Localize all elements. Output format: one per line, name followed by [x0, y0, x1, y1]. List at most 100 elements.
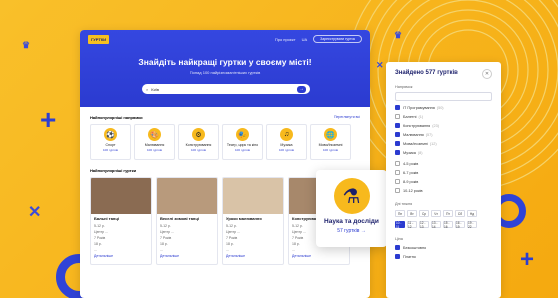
radio[interactable] [395, 170, 400, 175]
club-card[interactable]: Бальні танці 5-12 р. Центр ... 7 Років 18 р.… [90, 177, 152, 265]
x-decoration-1: ✕ [28, 204, 42, 221]
club-card[interactable]: Веселі зимові танці 5-12 р. Центр ... 7 Рок… [156, 177, 218, 265]
price-label: Безкоштовно [403, 245, 427, 250]
club-photo [223, 178, 283, 214]
checkbox[interactable] [395, 254, 400, 259]
day-chip[interactable]: Пн [395, 210, 405, 217]
x-decoration-2: ✕ [376, 60, 384, 70]
option-label: Мова/іноземні [403, 141, 428, 146]
price-option[interactable]: Безкоштовно [395, 245, 492, 250]
filter-option[interactable]: Конструювання (23) [395, 123, 492, 128]
club-title: Веселі зимові танці [160, 216, 199, 221]
day-chip[interactable]: Сб [455, 210, 465, 217]
times-row: 10 - 11 11 - 12 12 - 13 13 - 14 15 - 16 16 - … [395, 221, 492, 229]
category-card[interactable]: ⚽ Спорт 100 гуртків [90, 124, 131, 160]
filter-option[interactable]: Малювання (57) [395, 132, 492, 137]
category-card[interactable]: 🎨 Малювання 100 гуртків [134, 124, 175, 160]
register-club-button[interactable]: Зареєструвати гурток [313, 35, 362, 43]
language-switch[interactable]: UA [302, 37, 308, 42]
checkbox[interactable] [395, 150, 400, 155]
logo[interactable]: ГУРТКИ [88, 34, 110, 44]
time-chip[interactable]: 16 - 19 [455, 221, 465, 229]
app-window: ГУРТКИ Про проєкт UA Зареєструвати гурто… [80, 30, 370, 298]
category-popup[interactable]: ⚗ Наука та досліди 57 гуртків → [316, 170, 387, 247]
see-all-link[interactable]: Переглянути всі [334, 115, 360, 120]
day-chip[interactable]: Ср [419, 210, 429, 217]
time-chip[interactable]: 10 - 11 [395, 221, 405, 229]
days-label: Дні тижня [395, 202, 413, 206]
hero-banner: ГУРТКИ Про проєкт UA Зареєструвати гурто… [80, 30, 370, 107]
category-count[interactable]: 100 гуртків [91, 148, 130, 152]
checkbox[interactable] [395, 123, 400, 128]
category-name: Спорт [105, 143, 116, 147]
club-photo [91, 178, 151, 214]
category-card[interactable]: ⚙ Конструювання 100 гуртків [178, 124, 219, 160]
price-label: Ціна [395, 237, 403, 241]
filter-option[interactable]: IT Програмування (50) [395, 105, 492, 110]
option-count: (1) [418, 114, 424, 119]
day-chip[interactable]: Чт [431, 210, 441, 217]
more-link[interactable]: Детальніше [157, 253, 217, 259]
category-card[interactable]: 🎭 Театр, цирк та кіно 100 гуртків [222, 124, 263, 160]
category-name: Конструювання [185, 143, 212, 147]
direction-field[interactable] [395, 92, 492, 101]
categories-list: ⚽ Спорт 100 гуртків 🎨 Малювання 100 гуртків ⚙ К… [80, 120, 370, 160]
popup-count[interactable]: 57 гуртків → [316, 228, 387, 234]
about-link[interactable]: Про проєкт [275, 37, 296, 42]
age-options: 4-5 років 6-7 років 8-9 років 10-12 років [395, 161, 492, 193]
age-option[interactable]: 8-9 років [395, 179, 492, 184]
category-count[interactable]: 100 гуртків [223, 148, 262, 152]
category-name: Мови/Іноземні [318, 143, 343, 147]
time-chip[interactable]: 13 - 14 [431, 221, 441, 229]
option-label: Конструювання [403, 123, 431, 128]
price-option[interactable]: Платно [395, 254, 492, 259]
option-label: IT Програмування [403, 105, 435, 110]
search-input[interactable]: ⌕ Київ → [142, 84, 310, 94]
direction-options: IT Програмування (50) Балетні (1) Конструюва… [395, 105, 492, 155]
radio[interactable] [395, 161, 400, 166]
age-option[interactable]: 6-7 років [395, 170, 492, 175]
top-bar: ГУРТКИ Про проєкт UA Зареєструвати гурто… [80, 30, 370, 48]
category-count[interactable]: 100 гуртків [179, 148, 218, 152]
checkbox[interactable] [395, 114, 400, 119]
age-label: 4-5 років [403, 161, 419, 166]
time-chip[interactable]: 19 - 22 [467, 221, 477, 229]
time-chip[interactable]: 11 - 12 [407, 221, 417, 229]
day-chip[interactable]: Пт [443, 210, 453, 217]
ball-icon: ⚽ [104, 128, 117, 141]
more-link[interactable]: Детальніше [223, 253, 283, 259]
close-icon[interactable]: ✕ [482, 69, 492, 79]
music-icon: ♫ [280, 128, 293, 141]
day-chip[interactable]: Нд [467, 210, 477, 217]
checkbox[interactable] [395, 245, 400, 250]
hero-subtitle: Понад 100 найрізноманітніших гуртків [189, 70, 261, 75]
category-card[interactable]: 🌐 Мови/Іноземні 100 гуртків [310, 124, 351, 160]
radio[interactable] [395, 188, 400, 193]
age-option[interactable]: 4-5 років [395, 161, 492, 166]
option-count: (12) [429, 141, 437, 146]
category-card[interactable]: ♫ Музика 100 гуртків [266, 124, 307, 160]
club-card[interactable]: Уроки малювання 5-12 р. Центр ... 7 Років 18… [222, 177, 284, 265]
option-count: (23) [432, 123, 439, 128]
plus-decoration-left: + [40, 104, 57, 135]
price-options: Безкоштовно Платно [395, 245, 492, 259]
search-button[interactable]: → [297, 85, 306, 93]
filter-option[interactable]: Мова/іноземні (12) [395, 141, 492, 146]
filter-option[interactable]: Балетні (1) [395, 114, 492, 119]
filter-option[interactable]: Музика (8) [395, 150, 492, 155]
time-chip[interactable]: 12 - 13 [419, 221, 429, 229]
radio[interactable] [395, 179, 400, 184]
checkbox[interactable] [395, 105, 400, 110]
checkbox[interactable] [395, 141, 400, 146]
age-option[interactable]: 10-12 років [395, 188, 492, 193]
day-chip[interactable]: Вт [407, 210, 417, 217]
more-link[interactable]: Детальніше [91, 253, 151, 259]
category-count[interactable]: 100 гуртків [311, 148, 350, 152]
more-link[interactable]: Детальніше [289, 253, 349, 259]
category-count[interactable]: 100 гуртків [135, 148, 174, 152]
crown-decoration-2: ♛ [394, 30, 403, 40]
category-count[interactable]: 100 гуртків [267, 148, 306, 152]
time-chip[interactable]: 15 - 16 [443, 221, 453, 229]
search-value: Київ [151, 86, 160, 92]
checkbox[interactable] [395, 132, 400, 137]
